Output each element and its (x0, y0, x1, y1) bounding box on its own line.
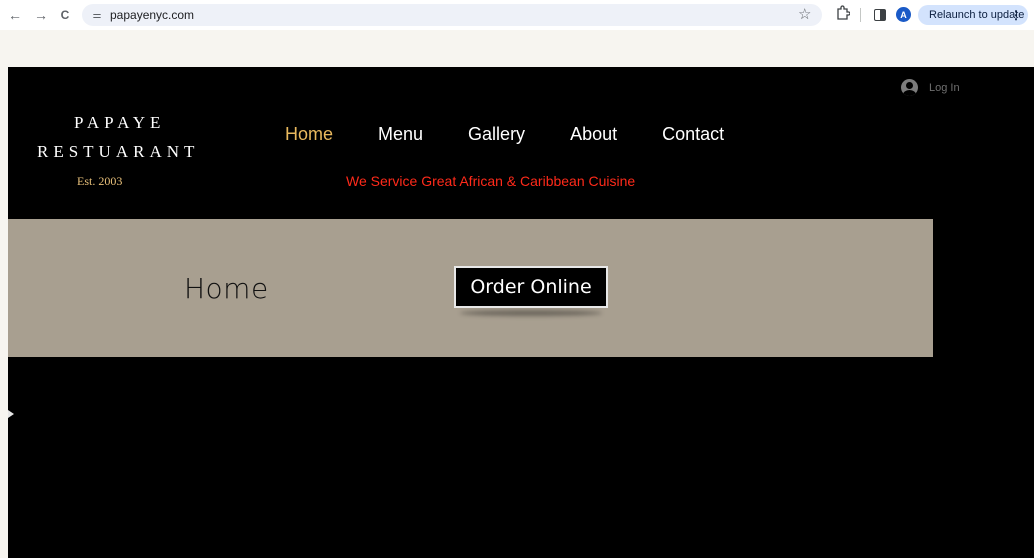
url-text[interactable]: papayenyc.com (110, 8, 194, 22)
brand-name[interactable]: PAPAYE (74, 113, 165, 133)
side-panel-icon[interactable] (874, 9, 886, 21)
page-left-strip (0, 67, 8, 558)
user-icon (901, 79, 918, 96)
site-info-icon[interactable]: ⚌ (90, 8, 104, 22)
browser-menu-icon[interactable]: ⋮ (1010, 8, 1022, 22)
order-button-shadow (460, 310, 602, 316)
login-link[interactable]: Log In (901, 79, 960, 96)
nav-menu[interactable]: Menu (378, 122, 423, 146)
address-bar[interactable]: ⚌ papayenyc.com (82, 4, 822, 26)
hero-band: Home Order Online (8, 219, 933, 357)
brand-subtitle[interactable]: RESTUARANT (37, 142, 199, 162)
nav-contact[interactable]: Contact (662, 122, 724, 146)
profile-avatar[interactable]: A (896, 7, 911, 22)
toolbar-divider (860, 8, 861, 22)
extensions-icon[interactable] (836, 5, 851, 21)
nav-gallery[interactable]: Gallery (468, 122, 525, 146)
brand-established: Est. 2003 (77, 174, 123, 188)
page-title: Home (184, 272, 269, 305)
site-main: Log In PAPAYE RESTUARANT Est. 2003 Home … (8, 67, 1034, 558)
order-button-wrap: Order Online (454, 266, 608, 316)
back-icon[interactable]: ← (6, 6, 24, 24)
login-label: Log In (929, 81, 960, 94)
nav-home[interactable]: Home (285, 122, 333, 146)
order-online-button[interactable]: Order Online (454, 266, 608, 308)
tagline: We Service Great African & Caribbean Cui… (346, 173, 636, 189)
forward-icon[interactable]: → (32, 6, 50, 24)
main-nav: Home Menu Gallery About Contact (285, 122, 724, 146)
slider-arrow-icon[interactable] (8, 410, 14, 418)
nav-about[interactable]: About (570, 122, 617, 146)
bookmark-star-icon[interactable]: ☆ (798, 5, 811, 23)
browser-toolbar: ← → C ⚌ papayenyc.com ☆ A Relaunch to up… (0, 0, 1034, 30)
page-top-strip (0, 30, 1034, 67)
reload-icon[interactable]: C (56, 6, 74, 24)
relaunch-button[interactable]: Relaunch to update ⋮ (918, 5, 1028, 25)
